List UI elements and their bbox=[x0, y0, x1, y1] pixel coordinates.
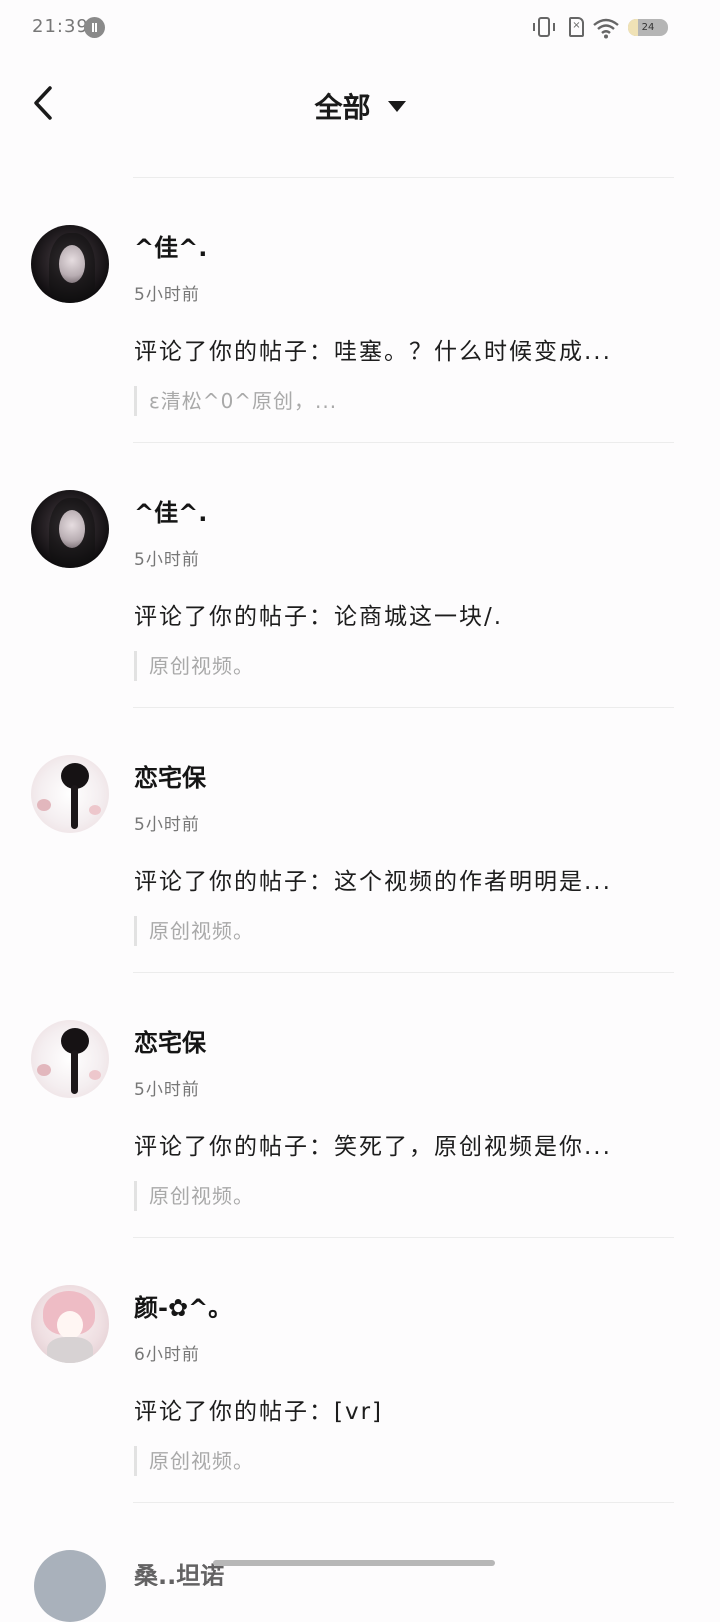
avatar[interactable] bbox=[31, 755, 109, 833]
avatar[interactable] bbox=[31, 225, 109, 303]
comment-text: 评论了你的帖子：笑死了，原创视频是你... bbox=[134, 1134, 612, 1160]
user-name[interactable]: ^佳^. bbox=[134, 493, 207, 528]
timestamp: 6小时前 bbox=[134, 1345, 200, 1365]
user-name[interactable]: 颜-✿^。 bbox=[134, 1288, 232, 1323]
quoted-post: 原创视频。 bbox=[134, 651, 254, 681]
quoted-post: 原创视频。 bbox=[134, 916, 254, 946]
avatar[interactable] bbox=[31, 1020, 109, 1098]
home-indicator bbox=[213, 1560, 495, 1566]
no-sim-icon: × bbox=[569, 17, 584, 37]
quoted-post: 原创视频。 bbox=[134, 1181, 254, 1211]
item-divider bbox=[133, 1502, 674, 1503]
timestamp: 5小时前 bbox=[134, 550, 200, 570]
timestamp: 5小时前 bbox=[134, 1080, 200, 1100]
comment-text: 评论了你的帖子：哇塞。？什么时候变成... bbox=[134, 339, 612, 365]
vibrate-icon bbox=[533, 17, 555, 37]
wifi-icon bbox=[593, 18, 619, 39]
caret-down-icon bbox=[387, 100, 406, 112]
notification-app-icon bbox=[84, 17, 105, 38]
filter-dropdown[interactable]: 全部 bbox=[0, 86, 720, 126]
page-title: 全部 bbox=[314, 91, 371, 124]
user-name[interactable]: 恋宅保 bbox=[134, 1023, 206, 1058]
comment-text: 评论了你的帖子：这个视频的作者明明是... bbox=[134, 869, 612, 895]
battery-icon: 24 bbox=[628, 19, 668, 36]
avatar[interactable] bbox=[31, 1285, 109, 1363]
battery-percent: 24 bbox=[641, 22, 655, 33]
status-time: 21:39 bbox=[32, 16, 89, 37]
notification-list: ^佳^. 5小时前 评论了你的帖子：哇塞。？什么时候变成... ε清松^0^原创，..… bbox=[0, 178, 720, 1503]
notification-item[interactable]: 恋宅保 5小时前评论了你的帖子：这个视频的作者明明是... 原创视频。 bbox=[0, 708, 720, 973]
avatar[interactable] bbox=[31, 490, 109, 568]
notification-item[interactable]: 恋宅保 5小时前评论了你的帖子：笑死了，原创视频是你... 原创视频。 bbox=[0, 973, 720, 1238]
avatar[interactable] bbox=[34, 1550, 106, 1622]
timestamp: 5小时前 bbox=[134, 285, 200, 305]
notification-item[interactable]: ^佳^. 5小时前评论了你的帖子：哇塞。？什么时候变成... ε清松^0^原创，..… bbox=[0, 178, 720, 443]
notification-item[interactable]: 颜-✿^。 6小时前评论了你的帖子：[vr] 原创视频。 bbox=[0, 1238, 720, 1503]
user-name[interactable]: 恋宅保 bbox=[134, 758, 206, 793]
timestamp: 5小时前 bbox=[134, 815, 200, 835]
comment-text: 评论了你的帖子：论商城这一块/. bbox=[134, 604, 504, 630]
header: 全部 bbox=[0, 70, 720, 142]
notification-item[interactable]: ^佳^. 5小时前评论了你的帖子：论商城这一块/. 原创视频。 bbox=[0, 443, 720, 708]
quoted-post: ε清松^0^原创，... bbox=[134, 386, 337, 416]
comment-text: 评论了你的帖子：[vr] bbox=[134, 1399, 384, 1425]
quoted-post: 原创视频。 bbox=[134, 1446, 254, 1476]
user-name[interactable]: ^佳^. bbox=[134, 228, 207, 263]
status-bar: 21:39 × 24 bbox=[0, 0, 720, 58]
